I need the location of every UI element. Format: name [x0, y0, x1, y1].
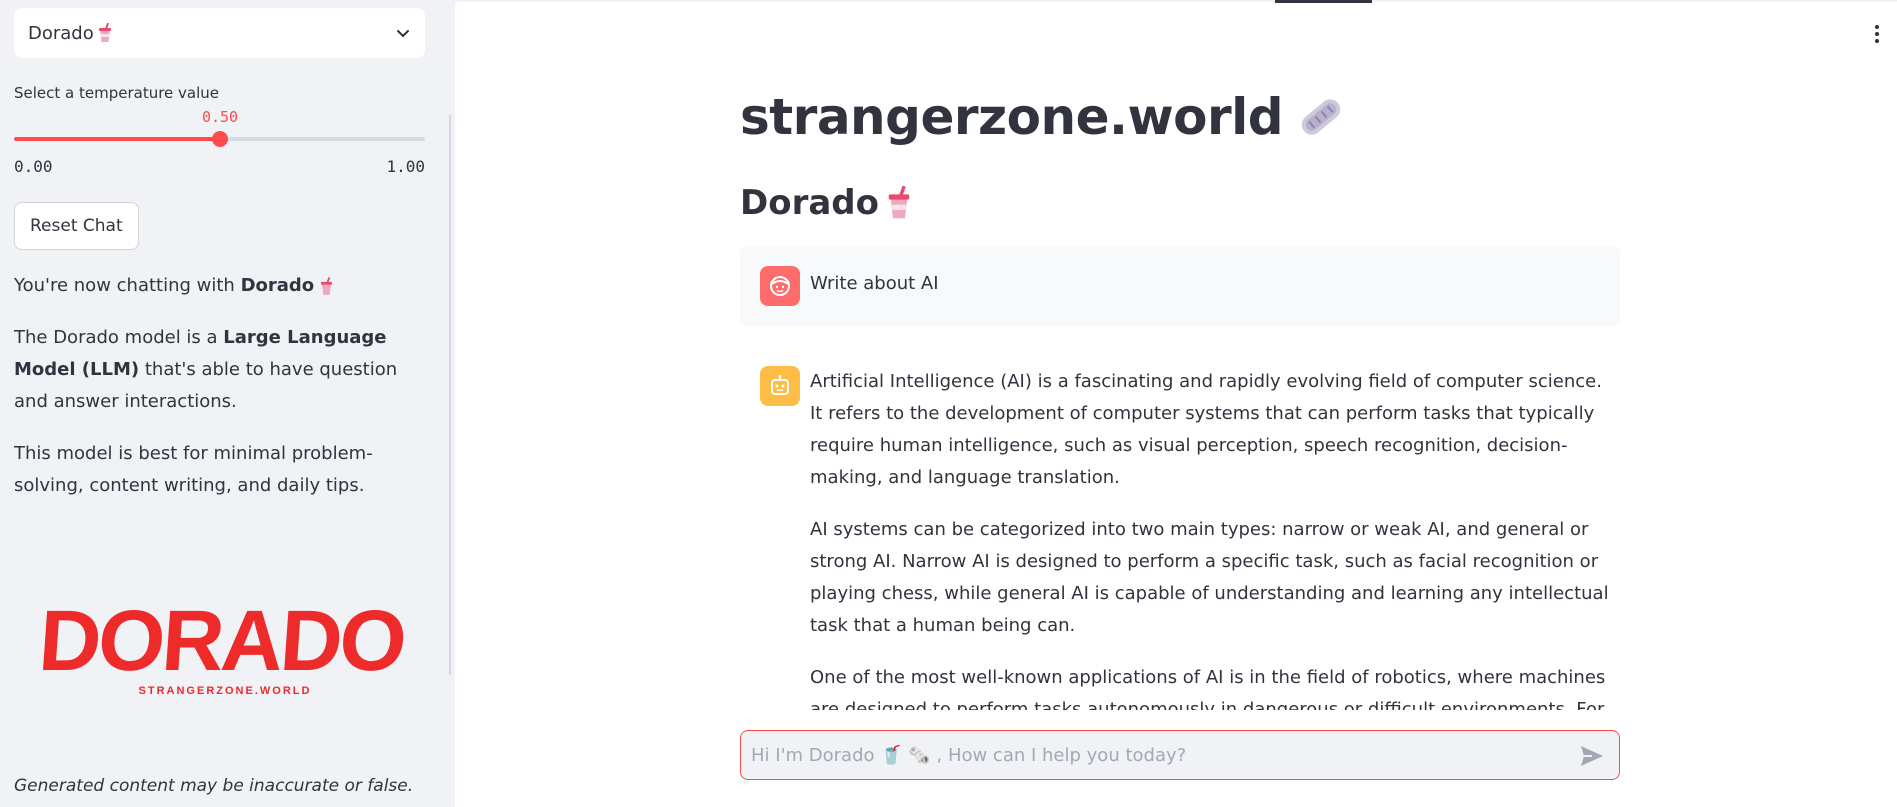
model-description: The Dorado model is a Large Language Mod…	[14, 322, 434, 418]
page-title: strangerzone.world	[740, 88, 1349, 146]
cup-icon	[888, 185, 910, 219]
chat-input[interactable]	[741, 731, 1561, 779]
chat-input-box[interactable]	[740, 730, 1620, 780]
svg-text:DORADO: DORADO	[40, 593, 407, 689]
top-divider	[455, 0, 1897, 2]
disclaimer: Generated content may be inaccurate or f…	[14, 776, 414, 796]
chatting-with-text: You're now chatting with Dorado	[14, 270, 434, 302]
slider-fill	[14, 137, 220, 141]
reset-chat-button[interactable]: Reset Chat	[14, 202, 139, 250]
temperature-slider[interactable]: 0.50 0.00 1.00	[14, 100, 425, 176]
slider-max: 1.00	[386, 157, 425, 176]
assistant-message-text: Artificial Intelligence (AI) is a fascin…	[810, 366, 1620, 710]
dorado-logo: DORADO STRANGERZONE.WORLD	[40, 593, 407, 697]
assistant-message: Artificial Intelligence (AI) is a fascin…	[740, 366, 1620, 710]
user-message: Write about AI	[740, 246, 1620, 326]
assistant-paragraph: AI systems can be categorized into two m…	[810, 519, 1609, 636]
chatting-model: Dorado	[240, 275, 315, 296]
model-select[interactable]: Dorado	[14, 8, 425, 58]
newspaper-icon	[1301, 99, 1341, 135]
chevron-down-icon	[397, 30, 409, 38]
kebab-menu-icon[interactable]	[1870, 22, 1884, 46]
description-prefix: The Dorado model is a	[14, 327, 224, 348]
model-heading: Dorado	[740, 183, 911, 223]
assistant-paragraph: Artificial Intelligence (AI) is a fascin…	[810, 371, 1602, 488]
page-title-text: strangerzone.world	[740, 88, 1284, 146]
model-heading-text: Dorado	[740, 183, 879, 223]
user-face-icon	[770, 276, 790, 296]
robot-icon	[771, 375, 789, 395]
slider-value: 0.50	[201, 108, 239, 126]
bot-avatar	[760, 366, 800, 406]
top-active-tab-indicator	[1275, 0, 1372, 3]
user-avatar	[760, 266, 800, 306]
slider-min: 0.00	[14, 157, 53, 176]
chatting-prefix: You're now chatting with	[14, 275, 241, 296]
sidebar-scrollbar[interactable]	[449, 115, 451, 675]
cup-icon	[320, 276, 332, 295]
model-best-for: This model is best for minimal problem-s…	[14, 443, 373, 496]
sidebar: Dorado Select a temperature value 0.50 0…	[0, 0, 455, 807]
svg-text:STRANGERZONE.WORLD: STRANGERZONE.WORLD	[139, 685, 312, 697]
model-select-value: Dorado	[28, 22, 94, 44]
send-icon[interactable]	[1579, 744, 1605, 768]
slider-thumb[interactable]	[212, 131, 228, 147]
model-select-value-wrap: Dorado	[28, 23, 112, 44]
user-message-text: Write about AI	[810, 273, 939, 294]
cup-icon	[98, 23, 111, 42]
assistant-paragraph: One of the most well-known applications …	[810, 667, 1606, 710]
